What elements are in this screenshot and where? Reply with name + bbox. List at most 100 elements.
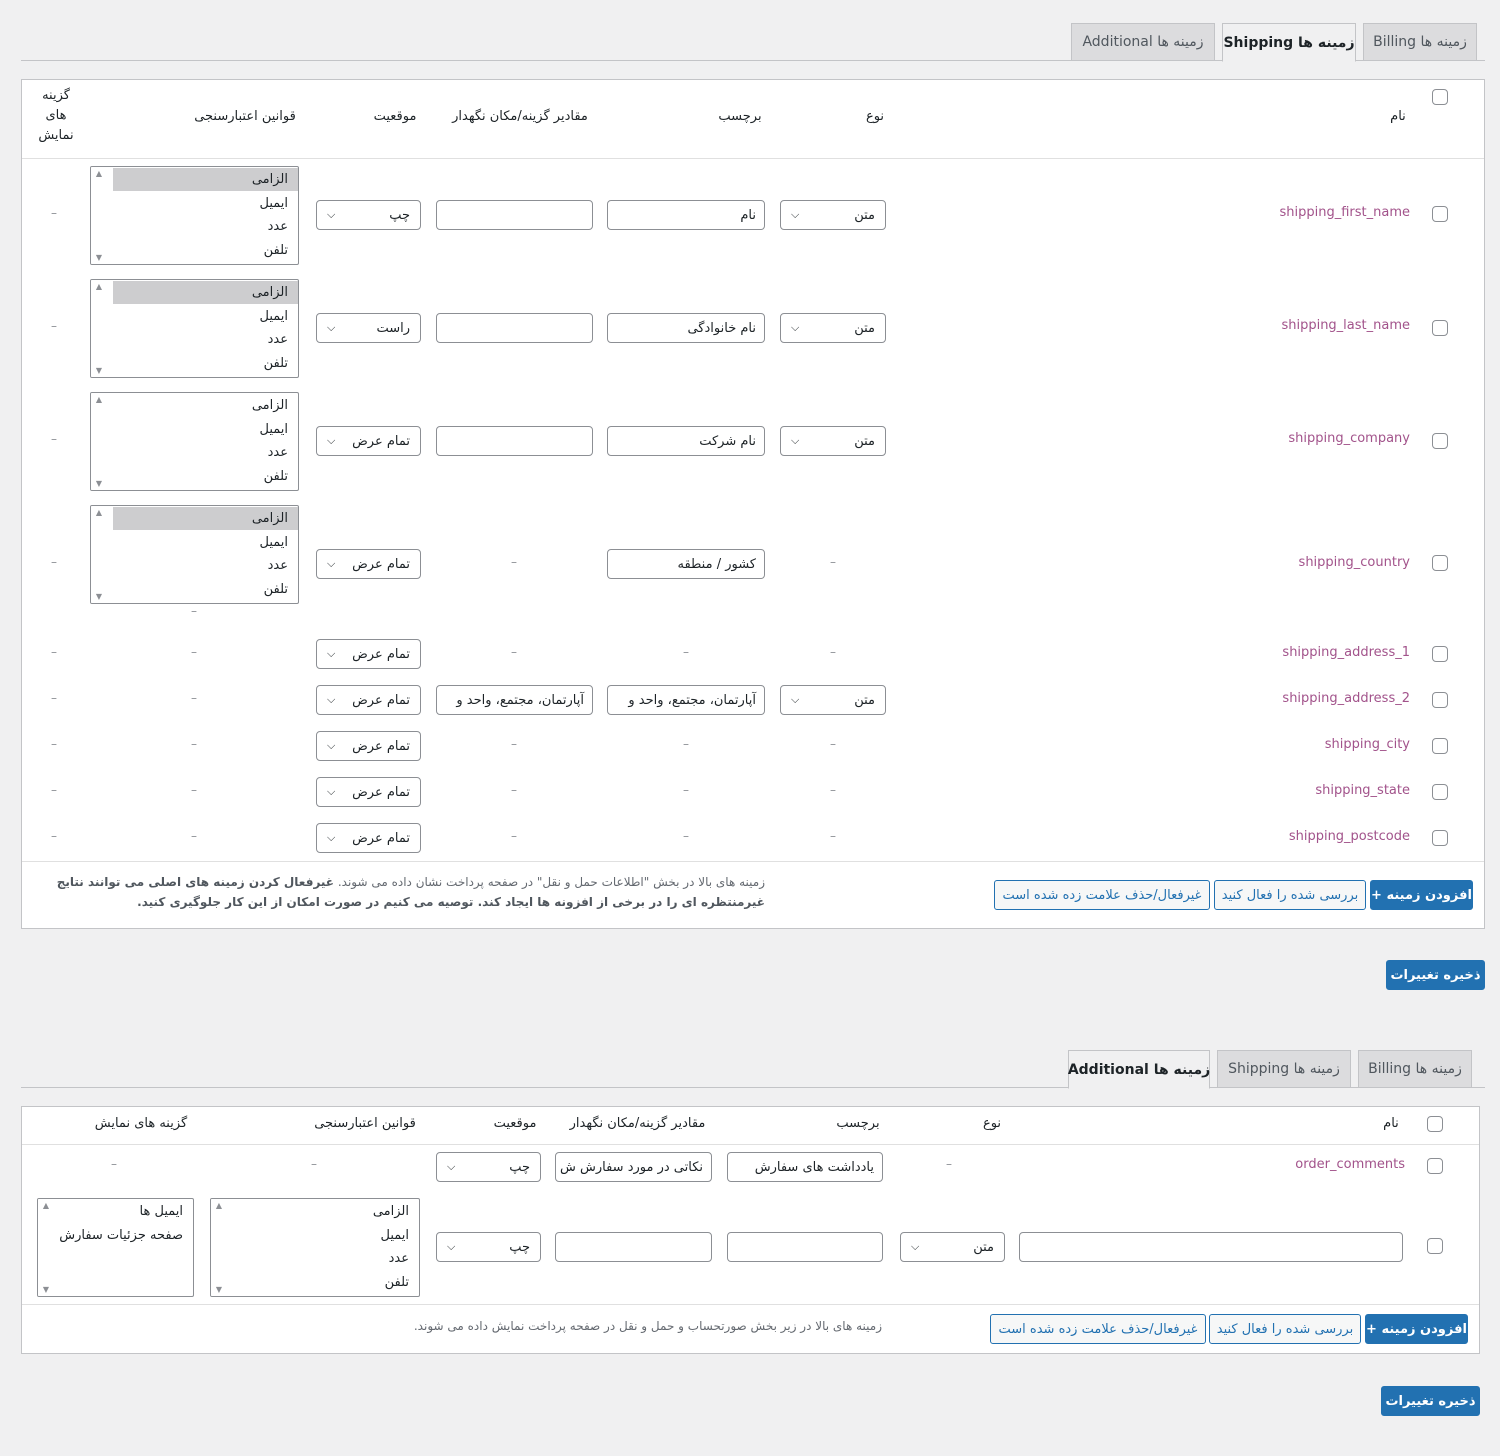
validation-option[interactable]: ایمیل — [113, 305, 298, 328]
validation-listbox[interactable]: الزامی ایمیل عدد تلفن ▲ ▼ — [90, 279, 299, 378]
row-checkbox[interactable] — [1432, 784, 1448, 800]
validation-option[interactable]: تلفن — [113, 465, 298, 488]
type-select[interactable]: متن ⌵ — [780, 313, 886, 343]
add-field-button[interactable]: + افزودن زمینه — [1370, 880, 1473, 910]
display-options-empty: – — [51, 737, 57, 751]
save-changes-button[interactable]: ذخیره تغییرات — [1386, 960, 1485, 990]
row-checkbox[interactable] — [1432, 433, 1448, 449]
placeholder-input[interactable] — [555, 1232, 712, 1262]
label-input[interactable]: نام — [607, 200, 765, 230]
validation-option[interactable]: ایمیل — [113, 192, 298, 215]
validation-option[interactable]: عدد — [233, 1247, 419, 1270]
validation-option[interactable]: الزامی — [113, 394, 298, 417]
placeholder-input[interactable]: آپارتمان، مجتمع، واحد و — [436, 685, 593, 715]
position-select[interactable]: تمام عرض ⌵ — [316, 823, 421, 853]
display-option[interactable]: صفحه جزئیات سفارش — [59, 1224, 193, 1247]
position-select[interactable]: چپ ⌵ — [436, 1232, 541, 1262]
row-checkbox[interactable] — [1432, 692, 1448, 708]
scroll-down-icon: ▼ — [215, 1285, 223, 1294]
listbox-scrollbar[interactable]: ▲ ▼ — [91, 167, 107, 264]
position-select[interactable]: تمام عرض ⌵ — [316, 731, 421, 761]
row-checkbox[interactable] — [1432, 830, 1448, 846]
label-input[interactable]: نام شرکت — [607, 426, 765, 456]
placeholder-input[interactable]: نکاتی در مورد سفارش ش — [555, 1152, 712, 1182]
type-select[interactable]: متن ⌵ — [780, 426, 886, 456]
type-select[interactable]: متن ⌵ — [900, 1232, 1005, 1262]
row-checkbox[interactable] — [1432, 206, 1448, 222]
tab-shipping[interactable]: Shipping زمینه ها — [1217, 1050, 1351, 1088]
validation-option[interactable]: الزامی — [113, 281, 298, 304]
position-select[interactable]: چپ ⌵ — [316, 200, 421, 230]
validation-option[interactable]: الزامی — [113, 168, 298, 191]
label-input[interactable]: نام خانوادگی — [607, 313, 765, 343]
listbox-scrollbar[interactable]: ▲ ▼ — [91, 506, 107, 603]
tab-billing[interactable]: Billing زمینه ها — [1358, 1050, 1472, 1088]
header-type: نوع — [865, 109, 885, 124]
row-checkbox[interactable] — [1432, 738, 1448, 754]
listbox-scrollbar[interactable]: ▲ ▼ — [91, 280, 107, 377]
validation-option[interactable]: ایمیل — [233, 1224, 419, 1247]
save-changes-button[interactable]: ذخیره تغییرات — [1381, 1386, 1480, 1416]
field-name: shipping_last_name — [1281, 318, 1410, 333]
validation-option[interactable]: عدد — [113, 554, 298, 577]
display-options-empty: – — [51, 555, 57, 569]
position-select[interactable]: تمام عرض ⌵ — [316, 639, 421, 669]
enable-checked-button[interactable]: بررسی شده را فعال کنید — [1209, 1314, 1361, 1344]
label-input[interactable]: یادداشت های سفارش — [727, 1152, 883, 1182]
tab-additional[interactable]: Additional زمینه ها — [1071, 23, 1215, 61]
type-select[interactable]: متن ⌵ — [780, 685, 886, 715]
footer-divider — [22, 861, 1484, 862]
display-options-listbox[interactable]: ایمیل ها صفحه جزئیات سفارش ▲ ▼ — [37, 1198, 194, 1297]
validation-listbox[interactable]: الزامی ایمیل عدد تلفن ▲ ▼ — [90, 392, 299, 491]
validation-listbox[interactable]: الزامی ایمیل عدد تلفن ▲ ▼ — [210, 1198, 420, 1297]
display-option[interactable]: ایمیل ها — [60, 1200, 193, 1223]
placeholder-input[interactable] — [436, 313, 593, 343]
placeholder-input[interactable] — [436, 426, 593, 456]
header-display-line2: های — [45, 108, 67, 123]
select-all-checkbox[interactable] — [1432, 89, 1448, 105]
disable-checked-button[interactable]: غیرفعال/حذف علامت زده شده است — [994, 880, 1210, 910]
listbox-scrollbar[interactable]: ▲ ▼ — [211, 1199, 227, 1296]
type-select[interactable]: متن ⌵ — [780, 200, 886, 230]
header-type: نوع — [982, 1116, 1002, 1131]
label-input[interactable]: کشور / منطقه — [607, 549, 765, 579]
tab-shipping[interactable]: Shipping زمینه ها — [1222, 23, 1356, 62]
validation-option[interactable]: عدد — [113, 441, 298, 464]
disable-checked-button[interactable]: غیرفعال/حذف علامت زده شده است — [990, 1314, 1206, 1344]
row-checkbox[interactable] — [1427, 1158, 1443, 1174]
position-select[interactable]: راست ⌵ — [316, 313, 421, 343]
validation-listbox[interactable]: الزامی ایمیل عدد تلفن ▲ ▼ — [90, 505, 299, 604]
label-input[interactable] — [727, 1232, 883, 1262]
row-checkbox[interactable] — [1432, 555, 1448, 571]
validation-option[interactable]: عدد — [113, 328, 298, 351]
position-select[interactable]: چپ ⌵ — [436, 1152, 541, 1182]
position-select[interactable]: تمام عرض ⌵ — [316, 549, 421, 579]
position-select[interactable]: تمام عرض ⌵ — [316, 777, 421, 807]
tab-billing[interactable]: Billing زمینه ها — [1363, 23, 1477, 61]
validation-option[interactable]: ایمیل — [113, 531, 298, 554]
label-input[interactable]: آپارتمان، مجتمع، واحد و — [607, 685, 765, 715]
chevron-down-icon: ⌵ — [327, 557, 336, 570]
enable-checked-button[interactable]: بررسی شده را فعال کنید — [1214, 880, 1366, 910]
name-input[interactable] — [1019, 1232, 1403, 1262]
select-all-checkbox[interactable] — [1427, 1116, 1443, 1132]
position-select[interactable]: تمام عرض ⌵ — [316, 685, 421, 715]
row-checkbox[interactable] — [1427, 1238, 1443, 1254]
validation-option[interactable]: عدد — [113, 215, 298, 238]
tab-additional[interactable]: Additional زمینه ها — [1068, 1050, 1210, 1089]
validation-option[interactable]: الزامی — [113, 507, 298, 530]
validation-listbox[interactable]: الزامی ایمیل عدد تلفن ▲ ▼ — [90, 166, 299, 265]
position-select[interactable]: تمام عرض ⌵ — [316, 426, 421, 456]
validation-option[interactable]: تلفن — [113, 239, 298, 262]
validation-option[interactable]: تلفن — [113, 352, 298, 375]
listbox-scrollbar[interactable]: ▲ ▼ — [91, 393, 107, 490]
validation-option[interactable]: تلفن — [233, 1271, 419, 1294]
listbox-scrollbar[interactable]: ▲ ▼ — [38, 1199, 54, 1296]
row-checkbox[interactable] — [1432, 646, 1448, 662]
placeholder-input[interactable] — [436, 200, 593, 230]
validation-option[interactable]: تلفن — [113, 578, 298, 601]
row-checkbox[interactable] — [1432, 320, 1448, 336]
validation-option[interactable]: الزامی — [233, 1200, 419, 1223]
validation-option[interactable]: ایمیل — [113, 418, 298, 441]
add-field-button[interactable]: + افزودن زمینه — [1365, 1314, 1468, 1344]
